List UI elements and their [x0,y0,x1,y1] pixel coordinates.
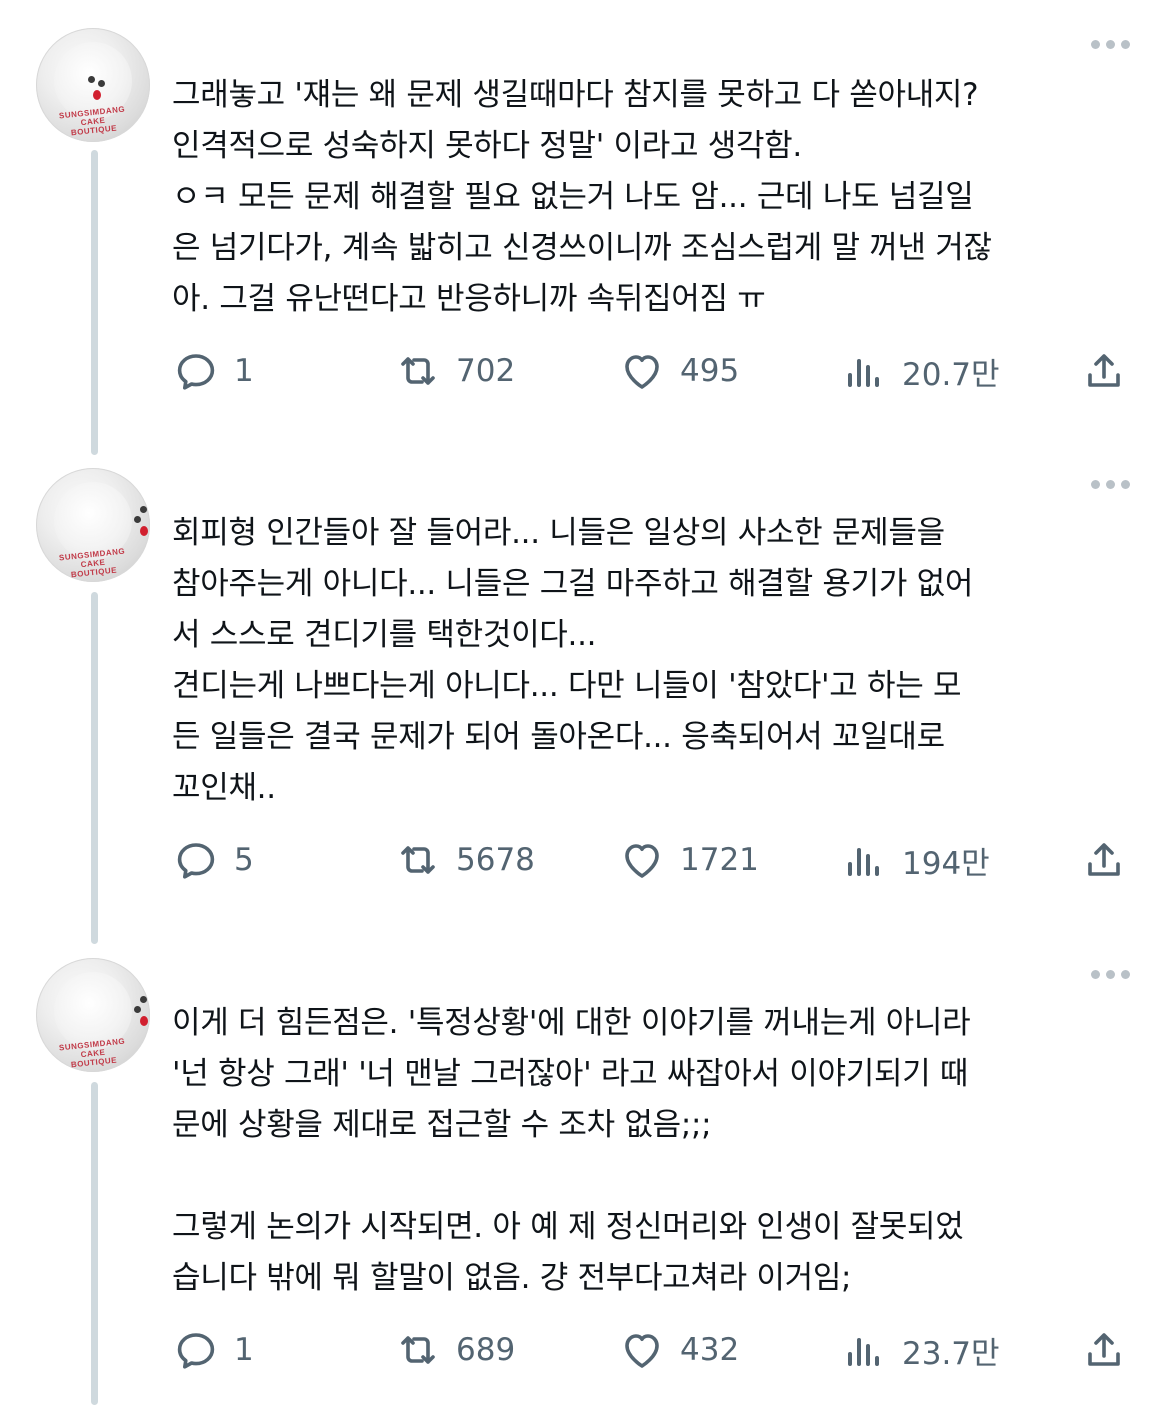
retweet-button[interactable]: 689 [394,1325,515,1375]
avatar[interactable]: SUNGSIMDANG CAKE BOUTIQUE [36,958,150,1072]
views-button[interactable]: 23.7만 [840,1325,1000,1375]
views-count: 20.7만 [902,356,1000,393]
reply-button[interactable]: 5 [172,835,254,885]
avatar[interactable]: SUNGSIMDANG CAKE BOUTIQUE [36,468,150,582]
more-icon[interactable] [1091,970,1130,979]
avatar-mouth [93,90,101,100]
share-icon [1088,354,1120,387]
views-icon [848,1338,879,1366]
retweet-count: 5678 [456,842,535,878]
retweet-icon [401,846,435,874]
retweet-count: 702 [456,353,516,389]
avatar[interactable]: SUNGSIMDANG CAKE BOUTIQUE [36,28,150,142]
tweet-actions: 1 689 432 23.7만 [172,1325,1132,1375]
avatar-eye [140,506,147,513]
like-button[interactable]: 432 [618,1325,739,1375]
avatar-mouth [140,1016,148,1026]
avatar-eye [134,1006,141,1013]
views-count: 194만 [902,845,990,882]
avatar-eye [88,76,95,83]
tweet-actions: 5 5678 1721 194만 [172,835,1132,885]
tweet-text: 회피형 인간들아 잘 들어라... 니들은 일상의 사소한 문제들을 참아주는게… [172,515,974,806]
avatar-eye [134,516,141,523]
heart-icon [625,1334,659,1368]
tweet-actions: 1 702 495 20.7만 [172,346,1132,396]
reply-icon [177,354,215,390]
tweet[interactable]: SUNGSIMDANG CAKE BOUTIQUE 회피형 인간들아 잘 들어라… [0,468,1170,938]
share-button[interactable] [1080,835,1128,885]
tweet[interactable]: SUNGSIMDANG CAKE BOUTIQUE 이게 더 힘든점은. '특정… [0,958,1170,1405]
retweet-button[interactable]: 5678 [394,835,535,885]
like-button[interactable]: 495 [618,346,739,396]
views-button[interactable]: 194만 [840,835,990,885]
like-count: 432 [680,1332,740,1368]
more-icon[interactable] [1091,480,1130,489]
share-icon [1088,1333,1120,1366]
share-icon [1088,843,1120,876]
views-icon [848,848,879,876]
avatar-mouth [140,526,148,536]
avatar-logo-text: SUNGSIMDANG CAKE BOUTIQUE [58,546,126,580]
heart-icon [625,844,659,878]
reply-count: 1 [234,353,254,389]
reply-icon [177,843,215,879]
views-icon [848,359,879,387]
like-button[interactable]: 1721 [618,835,759,885]
views-button[interactable]: 20.7만 [840,346,1000,396]
tweet-text: 그래놓고 '쟤는 왜 문제 생길때마다 참지를 못하고 다 쏟아내지? 인격적으… [172,77,992,317]
like-count: 1721 [680,842,759,878]
retweet-count: 689 [456,1332,516,1368]
more-icon[interactable] [1091,40,1130,49]
heart-icon [625,355,659,389]
tweet-text: 이게 더 힘든점은. '특정상황'에 대한 이야기를 꺼내는게 아니라 '넌 항… [172,1005,971,1296]
reply-count: 5 [234,842,254,878]
tweet[interactable]: SUNGSIMDANG CAKE BOUTIQUE 그래놓고 '쟤는 왜 문제 … [0,28,1170,448]
reply-button[interactable]: 1 [172,346,254,396]
share-button[interactable] [1080,1325,1128,1375]
retweet-icon [401,1336,435,1364]
avatar-eye [140,996,147,1003]
like-count: 495 [680,353,740,389]
reply-button[interactable]: 1 [172,1325,254,1375]
views-count: 23.7만 [902,1335,1000,1372]
reply-icon [177,1333,215,1369]
avatar-logo-text: SUNGSIMDANG CAKE BOUTIQUE [58,104,126,138]
avatar-eye [98,80,105,87]
share-button[interactable] [1080,346,1128,396]
retweet-button[interactable]: 702 [394,346,515,396]
reply-count: 1 [234,1332,254,1368]
avatar-logo-text: SUNGSIMDANG CAKE BOUTIQUE [58,1036,126,1070]
retweet-icon [401,357,435,385]
